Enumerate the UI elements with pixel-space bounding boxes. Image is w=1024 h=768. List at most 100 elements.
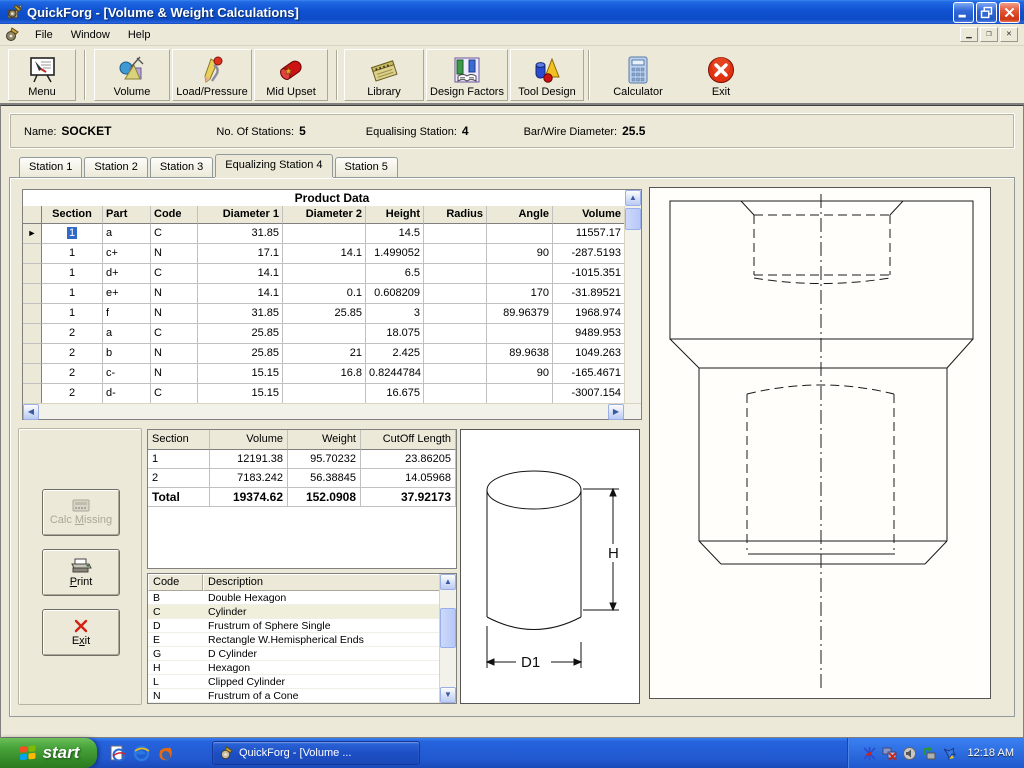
list-item[interactable]: GD Cylinder	[148, 647, 456, 661]
grid-cell[interactable]: 14.1	[283, 244, 366, 264]
grid-cell[interactable]: 1	[42, 304, 103, 324]
grid-vertical-scrollbar[interactable]: ▲ ▼	[624, 206, 641, 403]
close-icon[interactable]	[999, 2, 1020, 23]
toolbar-tool-design-button[interactable]: Tool Design	[510, 49, 584, 101]
grid-cell[interactable]: 15.15	[198, 364, 283, 384]
list-item[interactable]: CCylinder	[148, 605, 456, 619]
grid-cell[interactable]	[487, 224, 553, 244]
grid-cell[interactable]: 2.425	[366, 344, 424, 364]
row-selector[interactable]	[23, 384, 42, 404]
row-selector[interactable]	[23, 244, 42, 264]
grid-cell[interactable]	[424, 344, 487, 364]
toolbar-volume-button[interactable]: Volume	[94, 49, 170, 101]
grid-cell[interactable]: -1015.351	[553, 264, 625, 284]
child-close-icon[interactable]: ✕	[1000, 27, 1018, 42]
taskbar-app-button[interactable]: QuickForg - [Volume ...	[212, 741, 420, 765]
toolbar-menu-button[interactable]: Menu	[8, 49, 76, 101]
toolbar-load-pressure-button[interactable]: Load/Pressure	[172, 49, 252, 101]
row-selector[interactable]	[23, 324, 42, 344]
grid-cell[interactable]: 6.5	[366, 264, 424, 284]
grid-cell[interactable]: c-	[103, 364, 151, 384]
grid-cell[interactable]: N	[151, 284, 198, 304]
scroll-right-icon[interactable]: ▶	[608, 404, 624, 420]
grid-cell[interactable]	[424, 224, 487, 244]
tab-station-5[interactable]: Station 5	[335, 157, 398, 177]
grid-cell[interactable]: 0.608209	[366, 284, 424, 304]
list-item[interactable]: ERectangle W.Hemispherical Ends	[148, 633, 456, 647]
grid-cell[interactable]: 1	[42, 244, 103, 264]
internet-explorer-icon[interactable]	[133, 745, 150, 762]
speaker-icon[interactable]	[902, 746, 917, 761]
grid-cell[interactable]: -165.4671	[553, 364, 625, 384]
grid-cell[interactable]: 1	[42, 284, 103, 304]
grid-cell[interactable]: 31.85	[198, 224, 283, 244]
grid-cell[interactable]: 16.8	[283, 364, 366, 384]
tab-station-2[interactable]: Station 2	[84, 157, 147, 177]
firefox-icon[interactable]	[157, 745, 174, 762]
grid-cell[interactable]: 1.499052	[366, 244, 424, 264]
exit-button[interactable]: Exit	[42, 609, 120, 656]
codes-header-cell[interactable]: Description	[203, 574, 441, 591]
grid-cell[interactable]	[283, 264, 366, 284]
grid-cell[interactable]: C	[151, 264, 198, 284]
grid-cell[interactable]: 25.85	[283, 304, 366, 324]
grid-cell[interactable]: C	[151, 384, 198, 404]
menu-item-help[interactable]: Help	[119, 26, 160, 44]
grid-cell[interactable]: 14.1	[198, 264, 283, 284]
grid-cell[interactable]: 90	[487, 244, 553, 264]
grid-cell[interactable]: N	[151, 344, 198, 364]
menu-item-window[interactable]: Window	[62, 26, 119, 44]
grid-cell[interactable]: 2	[42, 384, 103, 404]
list-item[interactable]: HHexagon	[148, 661, 456, 675]
row-selector[interactable]: ►	[23, 224, 42, 244]
grid-cell[interactable]	[424, 244, 487, 264]
toolbar-mid-upset-button[interactable]: Mid Upset	[254, 49, 328, 101]
grid-cell[interactable]: 1	[42, 264, 103, 284]
grid-cell[interactable]: d+	[103, 264, 151, 284]
grid-cell[interactable]: 0.1	[283, 284, 366, 304]
list-item[interactable]: DFrustrum of Sphere Single	[148, 619, 456, 633]
grid-cell[interactable]: 3	[366, 304, 424, 324]
row-selector[interactable]	[23, 264, 42, 284]
ie-document-icon[interactable]	[109, 745, 126, 762]
scroll-left-icon[interactable]: ◀	[23, 404, 39, 420]
tab-station-3[interactable]: Station 3	[150, 157, 213, 177]
child-restore-icon[interactable]: ❐	[980, 27, 998, 42]
grid-cell[interactable]: 1	[42, 224, 103, 244]
grid-cell[interactable]	[487, 384, 553, 404]
grid-cell[interactable]	[487, 264, 553, 284]
grid-cell[interactable]: N	[151, 244, 198, 264]
grid-cell[interactable]: N	[151, 364, 198, 384]
list-item[interactable]: BDouble Hexagon	[148, 591, 456, 605]
scroll-up-icon[interactable]: ▲	[625, 190, 641, 206]
grid-cell[interactable]	[283, 224, 366, 244]
minimize-icon[interactable]	[953, 2, 974, 23]
grid-cell[interactable]: C	[151, 224, 198, 244]
row-selector[interactable]	[23, 364, 42, 384]
grid-cell[interactable]	[424, 324, 487, 344]
toolbar-design-factors-button[interactable]: Design Factors	[426, 49, 508, 101]
menu-item-file[interactable]: File	[26, 26, 62, 44]
messenger-bird-icon[interactable]	[942, 746, 957, 761]
scroll-up-icon[interactable]: ▲	[440, 574, 456, 590]
grid-cell[interactable]: -31.89521	[553, 284, 625, 304]
grid-cell[interactable]: C	[151, 324, 198, 344]
grid-cell[interactable]: 18.075	[366, 324, 424, 344]
child-minimize-icon[interactable]: ▁	[960, 27, 978, 42]
grid-cell[interactable]: a	[103, 224, 151, 244]
graphics-tool-icon[interactable]	[862, 746, 877, 761]
tab-station-1[interactable]: Station 1	[19, 157, 82, 177]
grid-cell[interactable]: 25.85	[198, 324, 283, 344]
print-button[interactable]: Print	[42, 549, 120, 596]
grid-cell[interactable]	[424, 304, 487, 324]
grid-cell[interactable]: 25.85	[198, 344, 283, 364]
grid-cell[interactable]: b	[103, 344, 151, 364]
grid-cell[interactable]: 90	[487, 364, 553, 384]
toolbar-calculator-button[interactable]: Calculator	[596, 49, 680, 101]
grid-cell[interactable]: a	[103, 324, 151, 344]
grid-cell[interactable]: 0.8244784	[366, 364, 424, 384]
list-item[interactable]: NFrustrum of a Cone	[148, 689, 456, 703]
start-button[interactable]: start	[0, 738, 97, 768]
toolbar-library-button[interactable]: Library	[344, 49, 424, 101]
row-selector[interactable]	[23, 344, 42, 364]
